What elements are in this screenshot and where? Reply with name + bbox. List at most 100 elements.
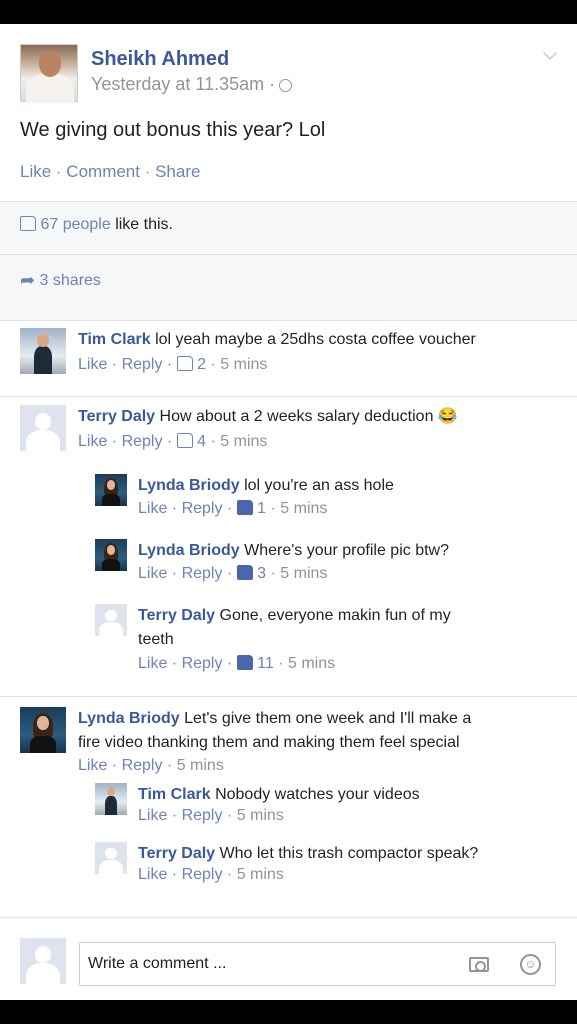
thumbs-up-icon xyxy=(236,500,253,515)
poster-name[interactable]: Sheikh Ahmed xyxy=(91,48,229,71)
comment-time: 5 mins xyxy=(220,433,268,450)
thumbs-up-icon xyxy=(236,655,253,670)
comment-input[interactable] xyxy=(88,955,448,973)
current-user-avatar xyxy=(20,938,66,984)
reply-body: Lynda Briody Where's your profile pic bt… xyxy=(138,539,449,563)
separator: · xyxy=(139,162,156,181)
comment-reply-link[interactable]: Reply xyxy=(122,757,163,774)
emoji-icon[interactable]: ☺ xyxy=(520,954,541,975)
avatar[interactable] xyxy=(95,474,127,506)
reply-body: Terry Daly Gone, everyone makin fun of m… xyxy=(138,604,451,628)
like-link[interactable]: Like xyxy=(20,162,51,181)
comment: Lynda Briody Let's give them one week an… xyxy=(20,707,560,782)
reply: Tim Clark Nobody watches your videos Lik… xyxy=(95,783,555,833)
reply-text: Gone, everyone makin fun of my xyxy=(215,607,451,624)
commenter-name[interactable]: Terry Daly xyxy=(78,408,155,425)
reply-like-count[interactable]: 11 xyxy=(257,655,274,672)
reply-like-count[interactable]: 3 xyxy=(257,565,266,582)
camera-icon[interactable] xyxy=(469,957,489,972)
commenter-name[interactable]: Tim Clark xyxy=(138,786,211,803)
commenter-name[interactable]: Lynda Briody xyxy=(138,477,240,494)
comment-text-continued: fire video thanking them and making them… xyxy=(78,734,460,751)
divider xyxy=(0,917,577,918)
reply: Lynda Briody lol you're an ass hole Like… xyxy=(95,474,555,524)
avatar[interactable] xyxy=(95,539,127,571)
commenter-name[interactable]: Lynda Briody xyxy=(78,710,180,727)
thumbs-up-icon xyxy=(20,216,36,231)
thumbs-up-icon xyxy=(236,565,253,580)
shares-summary[interactable]: ➦ 3 shares xyxy=(20,270,101,291)
reply-reply-link[interactable]: Reply xyxy=(182,655,223,672)
comment-reply-link[interactable]: Reply xyxy=(122,433,163,450)
thumbs-up-icon xyxy=(176,433,193,448)
share-link[interactable]: Share xyxy=(155,162,200,181)
divider xyxy=(0,320,577,321)
shares-count[interactable]: 3 shares xyxy=(40,272,101,289)
avatar[interactable] xyxy=(20,405,66,451)
reply-time: 5 mins xyxy=(236,866,284,883)
separator: · xyxy=(51,162,67,181)
reply-text: Nobody watches your videos xyxy=(210,786,420,803)
likes-suffix: like this. xyxy=(110,216,173,233)
reply-like-link[interactable]: Like xyxy=(138,565,167,582)
comment-like-link[interactable]: Like xyxy=(78,757,107,774)
comment-text: Let's give them one week and I'll make a xyxy=(179,710,472,727)
comment-reply-link[interactable]: Reply xyxy=(122,356,163,373)
divider xyxy=(0,254,577,255)
post-card: Sheikh Ahmed Yesterday at 11.35am · We g… xyxy=(0,24,577,1000)
reply-time: 5 mins xyxy=(287,655,336,672)
comment-meta: Like · Reply · 5 mins xyxy=(78,757,224,774)
comment-like-link[interactable]: Like xyxy=(78,433,107,450)
commenter-name[interactable]: Lynda Briody xyxy=(138,542,240,559)
reply-text: Who let this trash compactor speak? xyxy=(215,845,479,862)
post-time-text[interactable]: Yesterday at 11.35am · xyxy=(91,74,275,94)
reply-like-link[interactable]: Like xyxy=(138,500,167,517)
comment-time: 5 mins xyxy=(176,757,224,774)
comment-text: lol yeah maybe a 25dhs costa coffee vouc… xyxy=(150,331,476,348)
post-timestamp[interactable]: Yesterday at 11.35am · xyxy=(91,74,293,95)
avatar[interactable] xyxy=(20,707,66,753)
poster-avatar[interactable] xyxy=(20,44,78,103)
reply-text-continued: teeth xyxy=(138,631,174,648)
reply-reply-link[interactable]: Reply xyxy=(182,500,223,517)
likes-count[interactable]: 67 people xyxy=(40,216,110,233)
reply-body: Terry Daly Who let this trash compactor … xyxy=(138,842,478,866)
avatar[interactable] xyxy=(20,328,66,374)
commenter-name[interactable]: Terry Daly xyxy=(138,845,215,862)
avatar[interactable] xyxy=(95,783,127,815)
reply-like-link[interactable]: Like xyxy=(138,866,167,883)
comment-like-count[interactable]: 2 xyxy=(197,356,206,373)
post-actions: Like · Comment · Share xyxy=(20,162,200,182)
reply-meta: Like · Reply · 1 · 5 mins xyxy=(138,500,328,517)
comment: Tim Clark lol yeah maybe a 25dhs costa c… xyxy=(20,328,560,388)
reply-like-link[interactable]: Like xyxy=(138,655,167,672)
divider xyxy=(0,396,577,397)
comment-time: 5 mins xyxy=(220,356,268,373)
reply-reply-link[interactable]: Reply xyxy=(182,565,223,582)
commenter-name[interactable]: Terry Daly xyxy=(138,607,215,624)
reply: Lynda Briody Where's your profile pic bt… xyxy=(95,539,555,589)
comment: Terry Daly How about a 2 weeks salary de… xyxy=(20,405,560,465)
comment-like-count[interactable]: 4 xyxy=(197,433,206,450)
reply: Terry Daly Gone, everyone makin fun of m… xyxy=(95,604,555,676)
reply-reply-link[interactable]: Reply xyxy=(182,807,223,824)
reply-body: Lynda Briody lol you're an ass hole xyxy=(138,474,394,498)
comment-link[interactable]: Comment xyxy=(66,162,140,181)
comment-composer[interactable]: ☺ xyxy=(79,942,556,986)
reply-reply-link[interactable]: Reply xyxy=(182,866,223,883)
commenter-name[interactable]: Tim Clark xyxy=(78,331,151,348)
reply-meta: Like · Reply · 5 mins xyxy=(138,807,284,824)
comment-text: How about a 2 weeks salary deduction 😂 xyxy=(155,408,458,425)
avatar[interactable] xyxy=(95,604,127,636)
reply-time: 5 mins xyxy=(280,500,328,517)
avatar[interactable] xyxy=(95,842,127,874)
chevron-down-icon[interactable] xyxy=(543,46,557,60)
post-text: We giving out bonus this year? Lol xyxy=(20,119,326,141)
comment-like-link[interactable]: Like xyxy=(78,356,107,373)
reply-like-link[interactable]: Like xyxy=(138,807,167,824)
reply-like-count[interactable]: 1 xyxy=(257,500,266,517)
likes-summary[interactable]: 67 people like this. xyxy=(20,216,173,234)
reply-body: Tim Clark Nobody watches your videos xyxy=(138,783,420,807)
comment-body: Lynda Briody Let's give them one week an… xyxy=(78,707,471,731)
thumbs-up-icon xyxy=(176,356,193,371)
